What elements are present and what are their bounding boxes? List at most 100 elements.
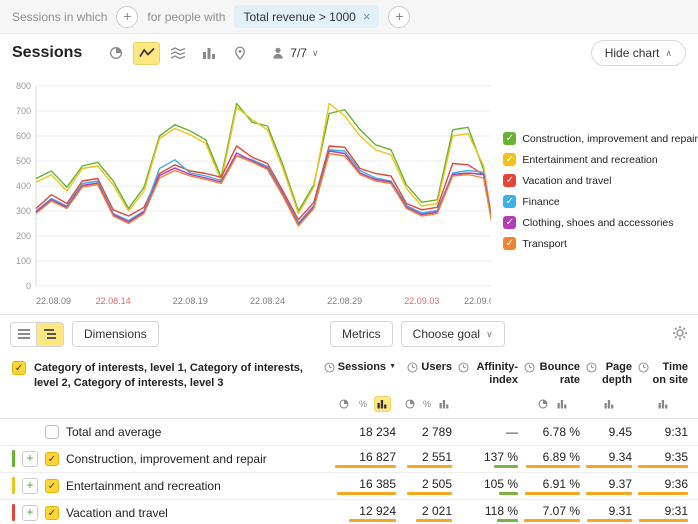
legend-item[interactable]: ✓ Entertainment and recreation bbox=[503, 153, 698, 166]
display-modes-users: % bbox=[402, 396, 452, 412]
column-chart-type-button[interactable] bbox=[195, 42, 222, 65]
row-color-indicator bbox=[12, 504, 15, 521]
value-bar bbox=[337, 492, 396, 495]
display-modes-time bbox=[638, 396, 688, 412]
line-chart-type-button[interactable] bbox=[133, 42, 160, 65]
legend-item[interactable]: ✓Clothing, shoes and accessories bbox=[503, 216, 698, 229]
bounce-value: 6.78 % bbox=[524, 425, 580, 439]
sort-desc-icon: ▼ bbox=[389, 363, 396, 371]
bars-mode-icon[interactable] bbox=[553, 396, 570, 412]
legend-label: Construction, improvement and repair bbox=[522, 133, 698, 145]
legend-checkbox-icon[interactable]: ✓ bbox=[503, 132, 516, 145]
report-table-toolbar: Dimensions Metrics Choose goal ∨ bbox=[0, 314, 698, 353]
value-bar bbox=[499, 492, 518, 495]
list-view-button[interactable] bbox=[10, 322, 37, 347]
column-chart-icon bbox=[202, 46, 216, 60]
value-bar bbox=[494, 465, 518, 468]
add-session-condition-button[interactable]: + bbox=[116, 6, 138, 28]
metric-clock-icon bbox=[638, 362, 649, 373]
row-checkbox[interactable]: ✓ bbox=[45, 479, 59, 493]
pie-mode-icon[interactable] bbox=[336, 396, 353, 412]
table-row[interactable]: + ✓ Vacation and travel 12 924 2 021 118… bbox=[0, 500, 698, 524]
map-pin-icon bbox=[233, 46, 247, 61]
display-modes-sessions: % bbox=[330, 396, 396, 412]
map-chart-type-button[interactable] bbox=[226, 42, 253, 65]
legend-checkbox-icon[interactable]: ✓ bbox=[503, 216, 516, 229]
sessions-value: 16 827 bbox=[330, 450, 396, 464]
hide-chart-button[interactable]: Hide chart ∧ bbox=[591, 40, 686, 66]
legend-label: Entertainment and recreation bbox=[522, 154, 657, 166]
legend-label: Transport bbox=[522, 238, 567, 250]
select-all-checkbox[interactable]: ✓ bbox=[12, 361, 26, 375]
svg-text:800: 800 bbox=[16, 81, 31, 91]
expand-row-button[interactable]: + bbox=[22, 505, 38, 521]
stacked-chart-type-button[interactable] bbox=[164, 42, 191, 65]
table-row[interactable]: + ✓ Entertainment and recreation 16 385 … bbox=[0, 473, 698, 500]
expand-row-button[interactable]: + bbox=[22, 478, 38, 494]
legend-item[interactable]: ✓Finance bbox=[503, 195, 698, 208]
metric-clock-icon bbox=[324, 362, 335, 373]
svg-text:22.08.24: 22.08.24 bbox=[250, 296, 285, 306]
table-row-total[interactable]: Total and average 18 234 2 789 — 6.78 % … bbox=[0, 419, 698, 446]
visitors-fraction-dropdown[interactable]: 7/7 ∨ bbox=[271, 46, 318, 60]
display-modes-affinity bbox=[458, 396, 518, 412]
choose-goal-button[interactable]: Choose goal ∨ bbox=[401, 321, 505, 347]
tree-view-button[interactable] bbox=[37, 322, 64, 347]
sessions-value: 18 234 bbox=[330, 425, 396, 439]
remove-filter-icon[interactable]: × bbox=[363, 9, 371, 24]
gear-icon bbox=[672, 325, 688, 341]
add-people-condition-button[interactable]: + bbox=[388, 6, 410, 28]
column-header-affinity-index[interactable]: Affinity-index bbox=[458, 361, 518, 387]
legend-checkbox-icon[interactable]: ✓ bbox=[503, 195, 516, 208]
bars-mode-icon[interactable] bbox=[601, 396, 618, 412]
list-view-icon bbox=[17, 328, 31, 340]
legend-checkbox-icon[interactable]: ✓ bbox=[503, 153, 516, 166]
dimension-header-label: Category of interests, level 1, Category… bbox=[34, 361, 316, 391]
column-header-time-on-site[interactable]: Time on site bbox=[638, 361, 688, 387]
depth-value: 9.37 bbox=[586, 477, 632, 491]
svg-text:22.08.29: 22.08.29 bbox=[327, 296, 362, 306]
row-name: Total and average bbox=[66, 425, 161, 439]
column-header-users[interactable]: Users bbox=[402, 361, 452, 387]
svg-text:100: 100 bbox=[16, 256, 31, 266]
expand-row-button[interactable]: + bbox=[22, 451, 38, 467]
column-header-bounce-rate[interactable]: Bounce rate bbox=[524, 361, 580, 387]
bars-mode-icon[interactable] bbox=[437, 396, 452, 412]
segment-filter-bar: Sessions in which + for people with Tota… bbox=[0, 0, 698, 34]
legend-checkbox-icon[interactable]: ✓ bbox=[503, 174, 516, 187]
metrics-button[interactable]: Metrics bbox=[330, 321, 393, 347]
row-checkbox[interactable] bbox=[45, 425, 59, 439]
choose-goal-label: Choose goal bbox=[413, 327, 480, 341]
dimensions-button[interactable]: Dimensions bbox=[72, 321, 159, 347]
pie-mode-icon[interactable] bbox=[534, 396, 551, 412]
percent-mode-icon[interactable]: % bbox=[419, 396, 434, 412]
legend-item[interactable]: ✓Vacation and travel bbox=[503, 174, 698, 187]
svg-text:700: 700 bbox=[16, 106, 31, 116]
filter-tag-total-revenue[interactable]: Total revenue > 1000 × bbox=[234, 5, 379, 28]
column-label: Sessions bbox=[338, 361, 386, 374]
affinity-value: 137 % bbox=[458, 450, 518, 464]
settings-gear-button[interactable] bbox=[672, 325, 688, 344]
dimension-header: ✓ Category of interests, level 1, Catego… bbox=[12, 361, 330, 391]
pie-chart-type-button[interactable] bbox=[102, 42, 129, 65]
legend-item[interactable]: ✓ Transport bbox=[503, 237, 698, 250]
percent-mode-icon[interactable]: % bbox=[355, 396, 372, 412]
pie-mode-icon[interactable] bbox=[402, 396, 417, 412]
bars-mode-icon[interactable] bbox=[374, 396, 391, 412]
row-checkbox[interactable]: ✓ bbox=[45, 506, 59, 520]
table-row[interactable]: + ✓ Construction, improvement and repair… bbox=[0, 446, 698, 473]
value-bar bbox=[407, 465, 453, 468]
column-header-sessions[interactable]: Sessions ▼ bbox=[330, 361, 396, 387]
bars-mode-icon[interactable] bbox=[655, 396, 672, 412]
metric-clock-icon bbox=[407, 362, 418, 373]
column-header-page-depth[interactable]: Page depth bbox=[586, 361, 632, 387]
legend-item[interactable]: ✓ Construction, improvement and repair bbox=[503, 132, 698, 145]
row-color-indicator bbox=[12, 450, 15, 467]
hide-chart-label: Hide chart bbox=[605, 46, 660, 60]
bounce-value: 6.89 % bbox=[524, 450, 580, 464]
svg-text:600: 600 bbox=[16, 131, 31, 141]
visitors-fraction-value: 7/7 bbox=[290, 46, 307, 60]
legend-checkbox-icon[interactable]: ✓ bbox=[503, 237, 516, 250]
row-checkbox[interactable]: ✓ bbox=[45, 452, 59, 466]
line-chart-icon bbox=[139, 46, 155, 60]
